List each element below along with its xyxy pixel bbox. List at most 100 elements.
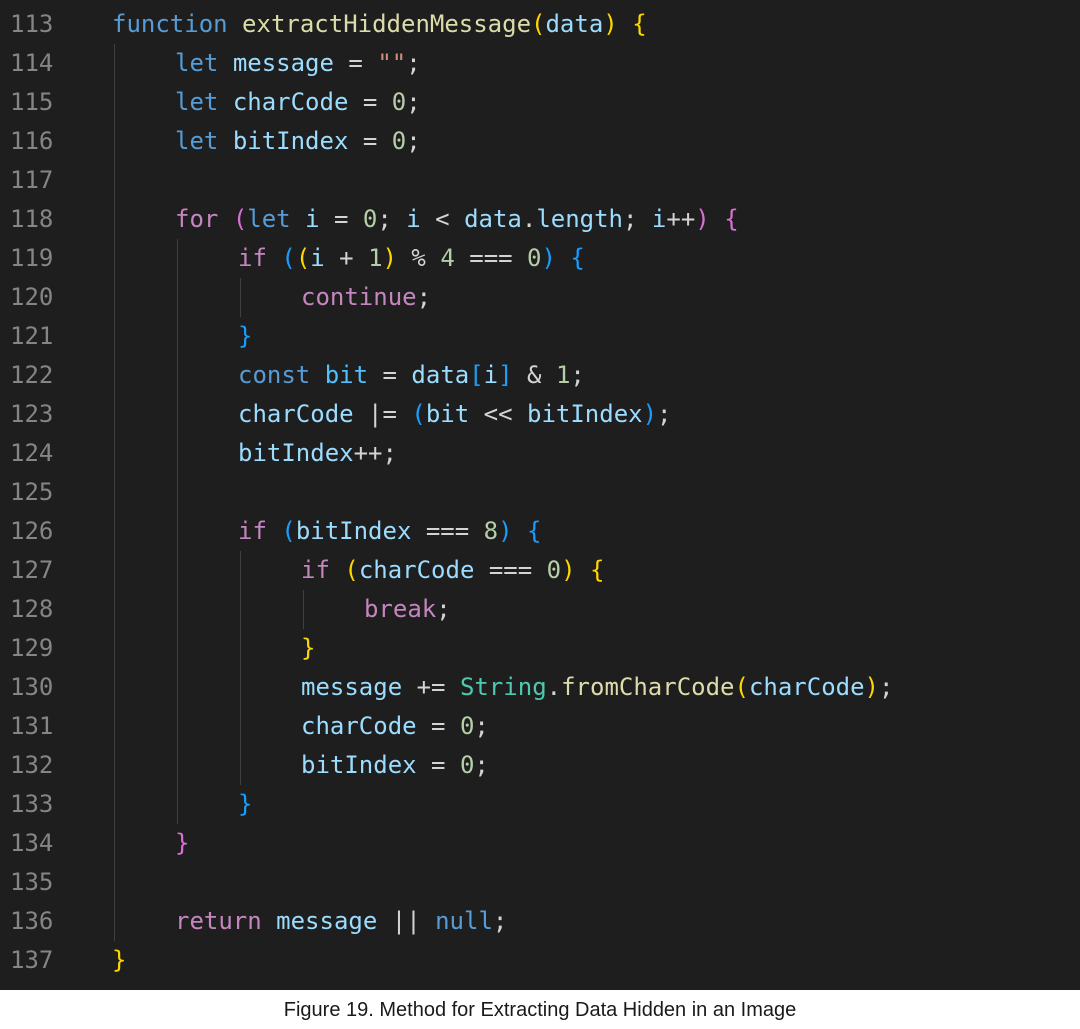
- code-token: String: [459, 673, 547, 701]
- code-token: ;: [879, 673, 894, 701]
- code-token: ): [695, 205, 710, 233]
- code-token: continue: [301, 283, 417, 311]
- code-token: data: [464, 205, 522, 233]
- code-line: 125: [0, 473, 1080, 512]
- indent-guide: [177, 239, 178, 824]
- code-text: let message = "";: [175, 44, 421, 83]
- code-token: let: [175, 49, 219, 77]
- code-editor: 113 function extractHiddenMessage(data) {…: [0, 0, 1080, 990]
- code-token: 0: [527, 244, 542, 272]
- code-token: =: [416, 712, 460, 740]
- code-text: charCode = 0;: [301, 707, 489, 746]
- line-number: 120: [10, 283, 54, 311]
- code-text: }: [238, 785, 252, 824]
- code-token: ;: [436, 595, 451, 623]
- code-token: extractHiddenMessage: [242, 10, 532, 38]
- indent-guide: [240, 551, 241, 785]
- code-token: charCode: [232, 88, 349, 116]
- code-token: <<: [469, 400, 527, 428]
- code-token: (: [232, 205, 248, 233]
- code-token: =: [348, 88, 392, 116]
- code-token: ): [864, 673, 879, 701]
- code-token: 1: [368, 244, 383, 272]
- code-token: i: [651, 205, 667, 233]
- code-text: return message || null;: [175, 902, 507, 941]
- code-token: }: [238, 322, 253, 350]
- code-text: bitIndex = 0;: [301, 746, 489, 785]
- code-token: null: [435, 907, 493, 935]
- code-token: ;: [406, 127, 421, 155]
- code-line: 126 if (bitIndex === 8) {: [0, 512, 1080, 551]
- code-text: }: [301, 629, 315, 668]
- code-token: 0: [362, 205, 378, 233]
- code-token: bitIndex: [232, 127, 349, 155]
- code-token: data: [411, 361, 470, 389]
- code-token: message: [301, 673, 403, 701]
- line-number: 129: [10, 634, 54, 662]
- code-token: charCode: [301, 712, 417, 740]
- indent-guide: [240, 278, 241, 317]
- code-token: data: [545, 10, 604, 38]
- code-token: ===: [454, 244, 528, 272]
- code-line: 132 bitIndex = 0;: [0, 746, 1080, 785]
- code-token: bitIndex: [238, 439, 354, 467]
- code-token: bitIndex: [295, 517, 412, 545]
- code-token: .: [521, 205, 537, 233]
- line-number: 137: [10, 946, 54, 974]
- line-number: 117: [10, 166, 54, 194]
- code-line: 134}: [0, 824, 1080, 863]
- code-line: 122 const bit = data[i] & 1;: [0, 356, 1080, 395]
- line-number: 115: [10, 88, 54, 116]
- code-token: bit: [324, 361, 369, 389]
- code-token: let: [175, 127, 219, 155]
- code-text: const bit = data[i] & 1;: [238, 356, 585, 395]
- code-line: 128 break;: [0, 590, 1080, 629]
- code-text: }: [112, 941, 126, 980]
- indent-guide: [303, 590, 304, 629]
- code-token: message: [232, 49, 334, 77]
- line-number: 122: [10, 361, 54, 389]
- code-token: length: [536, 205, 624, 233]
- line-number: 136: [10, 907, 54, 935]
- code-token: 8: [483, 517, 499, 545]
- line-number: 134: [10, 829, 54, 857]
- code-text: let bitIndex = 0;: [175, 122, 421, 161]
- code-token: =: [348, 127, 392, 155]
- code-token: }: [175, 829, 190, 857]
- code-token: let: [247, 205, 291, 233]
- code-token: {: [570, 244, 585, 272]
- code-line: 135: [0, 863, 1080, 902]
- code-token: return: [175, 907, 262, 935]
- code-token: ): [642, 400, 658, 428]
- code-token: bitIndex: [301, 751, 417, 779]
- code-token: (: [295, 244, 311, 272]
- code-token: ;: [570, 361, 585, 389]
- line-number: 114: [10, 49, 54, 77]
- code-text: charCode |= (bit << bitIndex);: [238, 395, 672, 434]
- code-token: let: [175, 88, 219, 116]
- code-token: const: [238, 361, 311, 389]
- code-token: if: [301, 556, 330, 584]
- code-token: +: [324, 244, 369, 272]
- code-token: ): [382, 244, 397, 272]
- code-token: ;: [657, 400, 672, 428]
- code-token: 1: [555, 361, 571, 389]
- code-token: {: [724, 205, 739, 233]
- code-token: ]: [498, 361, 513, 389]
- code-token: ++;: [353, 439, 397, 467]
- code-line: 116 let bitIndex = 0;: [0, 122, 1080, 161]
- code-token: =: [333, 49, 378, 77]
- code-line: 130 message += String.fromCharCode(charCo…: [0, 668, 1080, 707]
- code-text: }: [238, 317, 252, 356]
- line-number: 126: [10, 517, 54, 545]
- code-token: }: [301, 634, 316, 662]
- code-line: 131 charCode = 0;: [0, 707, 1080, 746]
- code-token: &: [512, 361, 556, 389]
